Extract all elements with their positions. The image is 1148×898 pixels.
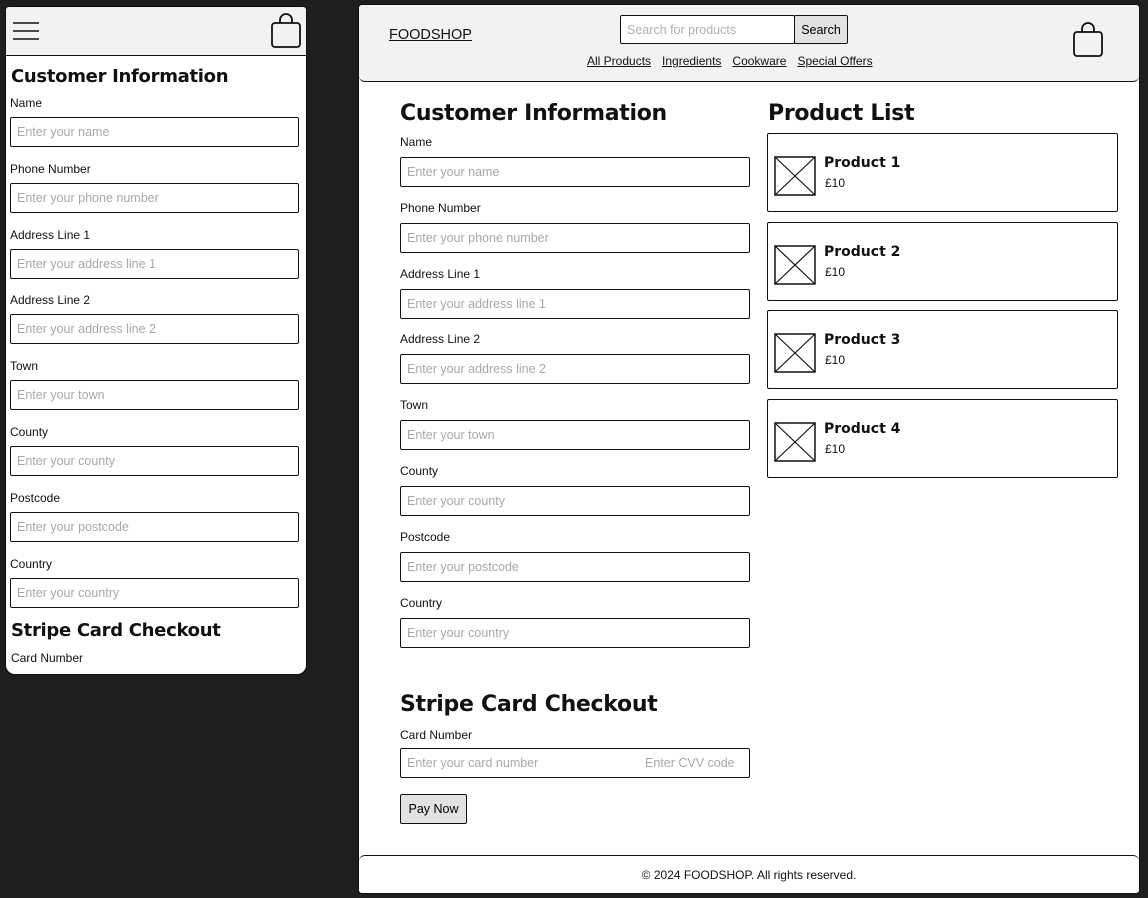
county-label: County	[400, 464, 439, 478]
town-label: Town	[10, 359, 39, 374]
customer-info-title: Customer Information	[400, 101, 667, 126]
postcode-label: Postcode	[400, 529, 451, 544]
postcode-label: Postcode	[10, 490, 61, 505]
product-list: Product 1 £10 Product 2 £10 Product 3 £10 Prod…	[767, 133, 1118, 487]
county-label: County	[10, 425, 49, 439]
hamburger-menu-icon[interactable]	[12, 21, 40, 41]
mobile-checkout-frame: Customer Information Name Phone Number Add…	[5, 6, 307, 675]
town-input[interactable]	[10, 380, 299, 411]
shopping-bag-icon[interactable]	[1072, 22, 1104, 58]
desktop-checkout-frame: FOODSHOP Search All Products Ingredients…	[358, 4, 1140, 894]
address-line-2-input[interactable]	[400, 354, 750, 385]
county-field-group: County	[400, 464, 750, 516]
county-field-group: County	[10, 425, 299, 476]
name-label: Name	[10, 96, 43, 110]
town-field-group: Town	[10, 359, 299, 411]
address-line-2-label: Address Line 2	[10, 293, 91, 308]
name-label: Name	[400, 135, 433, 149]
main-nav: All Products Ingredients Cookware Specia…	[587, 54, 873, 68]
phone-number-label: Phone Number	[10, 161, 91, 176]
country-label: Country	[400, 595, 443, 610]
image-placeholder-icon	[774, 244, 816, 285]
product-price: £10	[825, 353, 846, 367]
product-price: £10	[825, 441, 846, 456]
product-name: Product 3	[824, 332, 901, 348]
address-line-1-field-group: Address Line 1	[10, 228, 299, 279]
name-field-group: Name	[400, 135, 750, 187]
product-name: Product 1	[824, 155, 901, 171]
phone-number-field-group: Phone Number	[10, 162, 299, 213]
name-input[interactable]	[10, 117, 299, 147]
card-number-label: Card Number	[11, 651, 84, 665]
country-input[interactable]	[400, 617, 750, 648]
town-label: Town	[400, 398, 429, 413]
address-line-2-field-group: Address Line 2	[400, 332, 750, 385]
phone-number-field-group: Phone Number	[400, 201, 750, 253]
phone-number-input[interactable]	[10, 182, 299, 213]
town-input[interactable]	[400, 420, 750, 451]
country-field-group: Country	[10, 557, 299, 608]
name-field-group: Name	[10, 96, 299, 147]
address-line-1-label: Address Line 1	[10, 227, 91, 242]
product-name: Product 2	[824, 243, 901, 260]
shopping-bag-icon[interactable]	[270, 13, 302, 49]
site-header: FOODSHOP Search All Products Ingredients…	[359, 5, 1139, 82]
nav-ingredients[interactable]: Ingredients	[662, 54, 721, 68]
footer-copyright: © 2024 FOODSHOP. All rights reserved.	[641, 867, 857, 882]
country-label: Country	[10, 556, 53, 571]
product-list-title: Product List	[768, 101, 915, 126]
product-card[interactable]: Product 4 £10	[767, 398, 1118, 478]
card-input-group	[400, 748, 750, 778]
address-line-1-input[interactable]	[400, 288, 750, 319]
address-line-2-input[interactable]	[10, 314, 299, 345]
product-price: £10	[825, 264, 846, 279]
nav-cookware[interactable]: Cookware	[732, 54, 786, 68]
nav-all-products[interactable]: All Products	[587, 54, 651, 68]
image-placeholder-icon	[774, 333, 816, 373]
postcode-input[interactable]	[400, 551, 750, 582]
site-logo[interactable]: FOODSHOP	[389, 27, 472, 43]
card-number-label: Card Number	[400, 728, 473, 742]
product-card[interactable]: Product 3 £10	[767, 310, 1118, 389]
postcode-input[interactable]	[10, 511, 299, 542]
customer-info-title: Customer Information	[11, 66, 229, 87]
name-input[interactable]	[400, 157, 750, 187]
product-name: Product 4	[824, 420, 901, 437]
country-input[interactable]	[10, 577, 299, 608]
nav-special-offers[interactable]: Special Offers	[797, 54, 872, 68]
town-field-group: Town	[400, 398, 750, 451]
card-number-input[interactable]	[401, 749, 639, 777]
county-input[interactable]	[400, 486, 750, 516]
image-placeholder-icon	[774, 421, 816, 462]
product-card[interactable]: Product 1 £10	[767, 133, 1118, 212]
image-placeholder-icon	[774, 156, 816, 196]
cvv-input[interactable]	[639, 749, 749, 777]
pay-now-button[interactable]: Pay Now	[400, 794, 467, 824]
site-footer: © 2024 FOODSHOP. All rights reserved.	[359, 855, 1139, 893]
stripe-checkout-title: Stripe Card Checkout	[11, 620, 221, 641]
postcode-field-group: Postcode	[10, 491, 299, 542]
postcode-field-group: Postcode	[400, 530, 750, 582]
address-line-1-field-group: Address Line 1	[400, 267, 750, 319]
phone-number-label: Phone Number	[400, 200, 481, 215]
product-card[interactable]: Product 2 £10	[767, 221, 1118, 301]
search-button[interactable]: Search	[794, 15, 848, 44]
address-line-1-label: Address Line 1	[400, 266, 481, 281]
search-input[interactable]	[620, 15, 795, 44]
county-input[interactable]	[10, 446, 299, 476]
product-price: £10	[825, 176, 846, 190]
mobile-header	[6, 7, 306, 56]
stripe-checkout-title: Stripe Card Checkout	[400, 692, 658, 717]
country-field-group: Country	[400, 596, 750, 648]
phone-number-input[interactable]	[400, 222, 750, 253]
address-line-1-input[interactable]	[10, 248, 299, 279]
address-line-2-field-group: Address Line 2	[10, 293, 299, 345]
address-line-2-label: Address Line 2	[400, 332, 481, 347]
